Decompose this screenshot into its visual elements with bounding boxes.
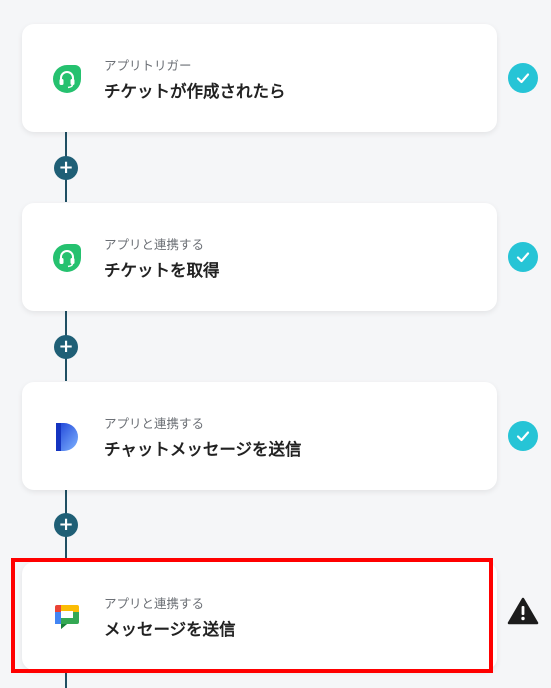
- flow-step-card[interactable]: アプリと連携する チャットメッセージを送信: [22, 382, 497, 490]
- freshdesk-headset-icon: [52, 243, 82, 273]
- add-step-button[interactable]: +: [54, 513, 78, 537]
- check-icon: [508, 63, 538, 93]
- dialpad-d-icon: [52, 422, 82, 452]
- step-subtitle: アプリと連携する: [104, 416, 205, 431]
- step-subtitle: アプリトリガー: [104, 58, 192, 73]
- check-icon: [508, 421, 538, 451]
- warning-icon: [507, 597, 539, 625]
- step-title: チケットを取得: [104, 261, 220, 280]
- step-title: チケットが作成されたら: [104, 82, 286, 101]
- step-subtitle: アプリと連携する: [104, 596, 205, 611]
- flow-connector: [65, 670, 67, 688]
- google-chat-icon: [52, 602, 82, 632]
- flow-step-card[interactable]: アプリと連携する チケットを取得: [22, 203, 497, 311]
- check-icon: [508, 242, 538, 272]
- add-step-button[interactable]: +: [54, 335, 78, 359]
- step-title: メッセージを送信: [104, 620, 236, 639]
- step-subtitle: アプリと連携する: [104, 237, 205, 252]
- flow-step-card[interactable]: アプリトリガー チケットが作成されたら: [22, 24, 497, 132]
- step-title: チャットメッセージを送信: [104, 440, 302, 459]
- freshdesk-headset-icon: [52, 64, 82, 94]
- flow-step-card[interactable]: アプリと連携する メッセージを送信: [22, 562, 497, 670]
- add-step-button[interactable]: +: [54, 156, 78, 180]
